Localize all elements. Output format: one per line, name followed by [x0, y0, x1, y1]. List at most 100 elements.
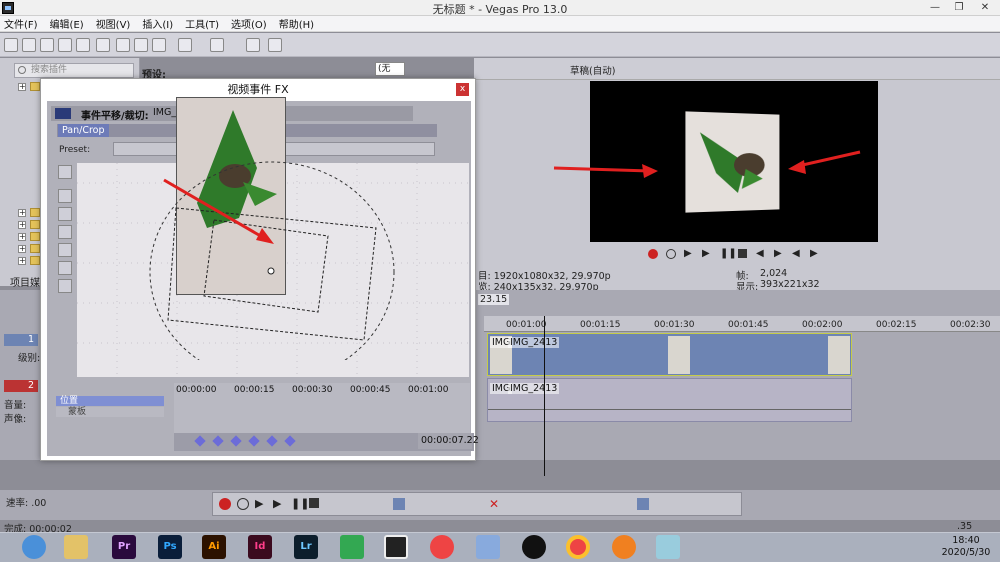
track2-number[interactable]: 2	[4, 380, 38, 392]
pause-icon[interactable]: ❚❚	[720, 249, 737, 259]
rewind-icon[interactable]: ◀	[792, 249, 802, 259]
undo-icon[interactable]	[178, 38, 192, 52]
render-icon[interactable]	[76, 38, 90, 52]
pan-crop-tab[interactable]: Pan/Crop	[58, 124, 109, 137]
record-icon[interactable]	[219, 498, 231, 510]
center-icon[interactable]	[58, 279, 72, 293]
premiere-app-icon[interactable]: Pr	[112, 535, 136, 559]
lightroom-app-icon[interactable]: Lr	[294, 535, 318, 559]
effect-combo[interactable]: (无	[375, 62, 405, 76]
menu-file[interactable]: 文件(F)	[4, 16, 38, 31]
play-from-start-icon[interactable]: ▶	[273, 498, 285, 510]
properties-icon[interactable]	[96, 38, 110, 52]
start-button[interactable]	[22, 535, 46, 559]
menu-tools[interactable]: 工具(T)	[185, 16, 219, 31]
browser-app-icon[interactable]	[612, 535, 636, 559]
tree-node[interactable]: +	[18, 208, 42, 218]
record-icon[interactable]	[648, 249, 658, 259]
preview-controls: ▶ ▶ ❚❚ ◀ ▶ ◀ ▶	[640, 246, 840, 262]
chrome-app-icon[interactable]	[566, 535, 590, 559]
explorer-app-icon[interactable]	[64, 535, 88, 559]
tree-node[interactable]: +	[18, 256, 42, 266]
ruler-tick: 00:02:00	[802, 320, 843, 330]
tree-node[interactable]: +	[18, 232, 42, 242]
play-icon[interactable]: ▶	[255, 498, 267, 510]
copy-icon[interactable]	[134, 38, 148, 52]
menu-options[interactable]: 选项(O)	[231, 16, 267, 31]
open-icon[interactable]	[22, 38, 36, 52]
new-icon[interactable]	[4, 38, 18, 52]
tree-node[interactable]: +	[18, 82, 42, 92]
minimize-button[interactable]: —	[922, 0, 948, 16]
bird-app-icon[interactable]	[476, 535, 500, 559]
pause-icon[interactable]: ❚❚	[291, 498, 309, 510]
next-icon[interactable]: ▶	[774, 249, 784, 259]
prev-icon[interactable]: ◀	[756, 249, 766, 259]
audio-track-clip[interactable]: IMG IMG_2413	[487, 378, 852, 422]
normal-edit-icon[interactable]	[58, 165, 72, 179]
ruler-tick: 00:01:15	[580, 320, 621, 330]
track1-number[interactable]: 1	[4, 334, 38, 346]
paste-icon[interactable]	[152, 38, 166, 52]
audio-envelope	[488, 409, 851, 410]
delete-icon[interactable]: ✕	[489, 498, 501, 510]
paint-icon[interactable]	[246, 38, 260, 52]
save-icon[interactable]	[40, 38, 54, 52]
move-icon[interactable]	[58, 189, 72, 203]
snap-icon[interactable]	[637, 498, 649, 510]
edit-tool-icon[interactable]	[393, 498, 405, 510]
fit-icon[interactable]	[58, 243, 72, 257]
expand-icon[interactable]: +	[18, 257, 26, 265]
video-track-clip[interactable]: IMG IMG_2413	[487, 333, 852, 376]
vegas-app-icon[interactable]	[384, 535, 408, 559]
illustrator-app-icon[interactable]: Ai	[202, 535, 226, 559]
stop-icon[interactable]	[738, 249, 747, 258]
ruler-tick: 00:02:30	[950, 320, 991, 330]
cut-icon[interactable]	[116, 38, 130, 52]
ruler-tick: 00:01:45	[728, 320, 769, 330]
expand-icon[interactable]: +	[18, 245, 26, 253]
menu-view[interactable]: 视图(V)	[96, 16, 131, 31]
lock-aspect-icon[interactable]	[58, 261, 72, 275]
playhead[interactable]	[544, 316, 545, 476]
playback-rate: 速率: .00	[6, 498, 47, 509]
timeline-ruler[interactable]: 00:01:00 00:01:15 00:01:30 00:01:45 00:0…	[484, 316, 1000, 332]
redo-icon[interactable]	[210, 38, 224, 52]
chart-app-icon[interactable]	[430, 535, 454, 559]
notes-app-icon[interactable]	[656, 535, 680, 559]
menu-insert[interactable]: 插入(I)	[142, 16, 173, 31]
maximize-button[interactable]: ❐	[946, 0, 972, 16]
folder-icon	[30, 220, 40, 229]
menu-edit[interactable]: 编辑(E)	[50, 16, 84, 31]
dialog-close-button[interactable]: x	[456, 83, 469, 96]
display-value: 393x221x32	[760, 279, 820, 290]
close-button[interactable]: ✕	[972, 0, 998, 16]
ruler-tick: 00:01:00	[506, 320, 547, 330]
expand-icon[interactable]: +	[18, 221, 26, 229]
play-from-start-icon[interactable]: ▶	[684, 249, 694, 259]
loop-icon[interactable]	[666, 249, 676, 259]
stop-icon[interactable]	[309, 498, 319, 508]
zoom-icon[interactable]	[58, 207, 72, 221]
expand-icon[interactable]: +	[18, 83, 26, 91]
indesign-app-icon[interactable]: Id	[248, 535, 272, 559]
transport-toolbar: ▶ ▶ ❚❚ ✕	[212, 492, 742, 516]
tree-node[interactable]: +	[18, 220, 42, 230]
preview-quality[interactable]: 草稿(自动)	[570, 63, 615, 77]
green-app-icon[interactable]	[340, 535, 364, 559]
rotate-icon[interactable]	[58, 225, 72, 239]
expand-icon[interactable]: +	[18, 233, 26, 241]
menu-help[interactable]: 帮助(H)	[279, 16, 314, 31]
loop-icon[interactable]	[237, 498, 249, 510]
help-icon[interactable]	[268, 38, 282, 52]
tree-node[interactable]: +	[18, 244, 42, 254]
qq-app-icon[interactable]	[522, 535, 546, 559]
search-icon	[18, 66, 26, 74]
save-as-icon[interactable]	[58, 38, 72, 52]
play-icon[interactable]: ▶	[702, 249, 712, 259]
search-input[interactable]: 搜索插件	[14, 63, 134, 78]
project-media-tab[interactable]: 项目媒	[10, 274, 40, 289]
photoshop-app-icon[interactable]: Ps	[158, 535, 182, 559]
expand-icon[interactable]: +	[18, 209, 26, 217]
forward-icon[interactable]: ▶	[810, 249, 820, 259]
